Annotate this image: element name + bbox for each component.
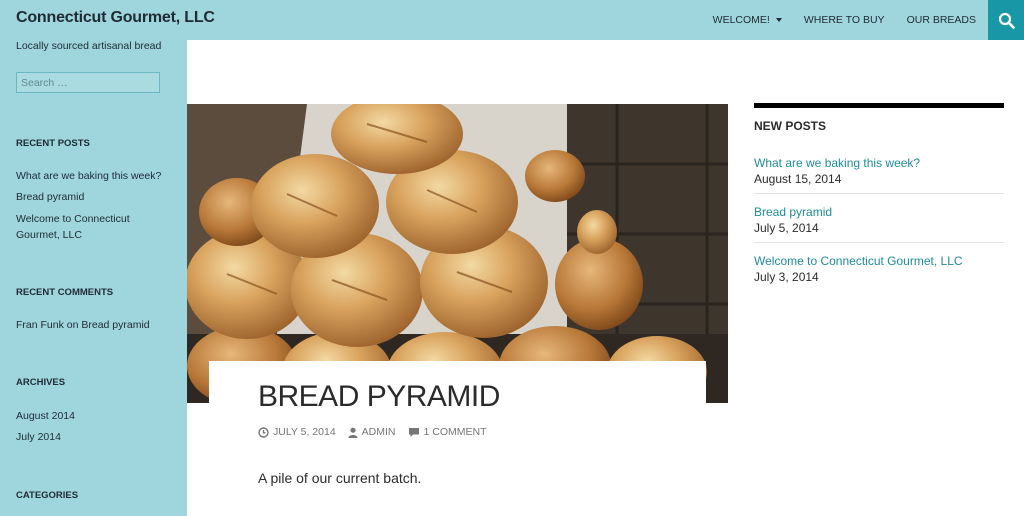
new-posts-heading: NEW POSTS [754,119,827,133]
search-icon [998,12,1015,29]
new-post-date: July 3, 2014 [754,270,819,284]
chevron-down-icon [775,18,782,22]
clock-icon [258,426,269,438]
new-post-date: August 15, 2014 [754,172,842,186]
nav-item-our-breads[interactable]: OUR BREADS [907,14,976,26]
recent-post-link[interactable]: What are we baking this week? [16,168,161,184]
post-meta: JULY 5, 2014 ADMIN 1 COMMENT [258,426,499,438]
nav-item-welcome[interactable]: WELCOME! [713,14,782,26]
widget-divider [754,103,1004,108]
list-item: Welcome to Connecticut Gourmet, LLC July… [754,253,1004,291]
nav-item-where-to-buy[interactable]: WHERE TO BUY [804,14,885,26]
post-date-label: JULY 5, 2014 [273,426,336,438]
bread-pyramid-image [187,104,728,403]
new-posts-widget: NEW POSTS What are we baking this week? … [754,103,1004,301]
search-input[interactable] [16,72,160,93]
new-post-link[interactable]: What are we baking this week? [754,155,1004,171]
new-post-link[interactable]: Welcome to Connecticut Gourmet, LLC [754,253,1004,269]
new-post-date: July 5, 2014 [754,221,819,235]
main-nav: WELCOME! WHERE TO BUY OUR BREADS [691,0,976,40]
archives-heading: ARCHIVES [16,377,66,388]
post-comments-label: 1 COMMENT [423,426,487,438]
recent-comment-link[interactable]: Fran Funk on Bread pyramid [16,317,150,333]
post-title[interactable]: BREAD PYRAMID [258,380,500,414]
new-post-link[interactable]: Bread pyramid [754,204,1004,220]
site-tagline: Locally sourced artisanal bread [16,40,162,52]
site-header: Connecticut Gourmet, LLC WELCOME! WHERE … [0,0,1024,40]
categories-heading: CATEGORIES [16,490,79,501]
list-item: What are we baking this week? August 15,… [754,155,1004,194]
nav-item-label: OUR BREADS [906,14,976,26]
nav-item-label: WHERE TO BUY [803,14,885,26]
nav-item-label: WELCOME! [712,14,770,26]
post-author[interactable]: ADMIN [348,426,396,438]
left-sidebar: Locally sourced artisanal bread RECENT P… [0,40,187,516]
comment-icon [408,427,419,437]
post-comments[interactable]: 1 COMMENT [408,426,487,438]
user-icon [348,427,358,438]
new-posts-list: What are we baking this week? August 15,… [754,155,1004,291]
archive-link[interactable]: July 2014 [16,429,61,445]
recent-posts-heading: RECENT POSTS [16,138,90,149]
site-title[interactable]: Connecticut Gourmet, LLC [16,9,215,27]
post-excerpt: A pile of our current batch. [258,470,422,486]
post-author-label: ADMIN [361,426,396,438]
recent-post-link[interactable]: Bread pyramid [16,189,84,205]
featured-image[interactable] [187,104,728,403]
archive-link[interactable]: August 2014 [16,408,75,424]
post-date[interactable]: JULY 5, 2014 [258,426,336,438]
recent-comments-heading: RECENT COMMENTS [16,287,114,298]
recent-post-link[interactable]: Welcome to Connecticut Gourmet, LLC [16,211,166,243]
search-toggle-button[interactable] [988,0,1024,40]
list-item: Bread pyramid July 5, 2014 [754,204,1004,243]
